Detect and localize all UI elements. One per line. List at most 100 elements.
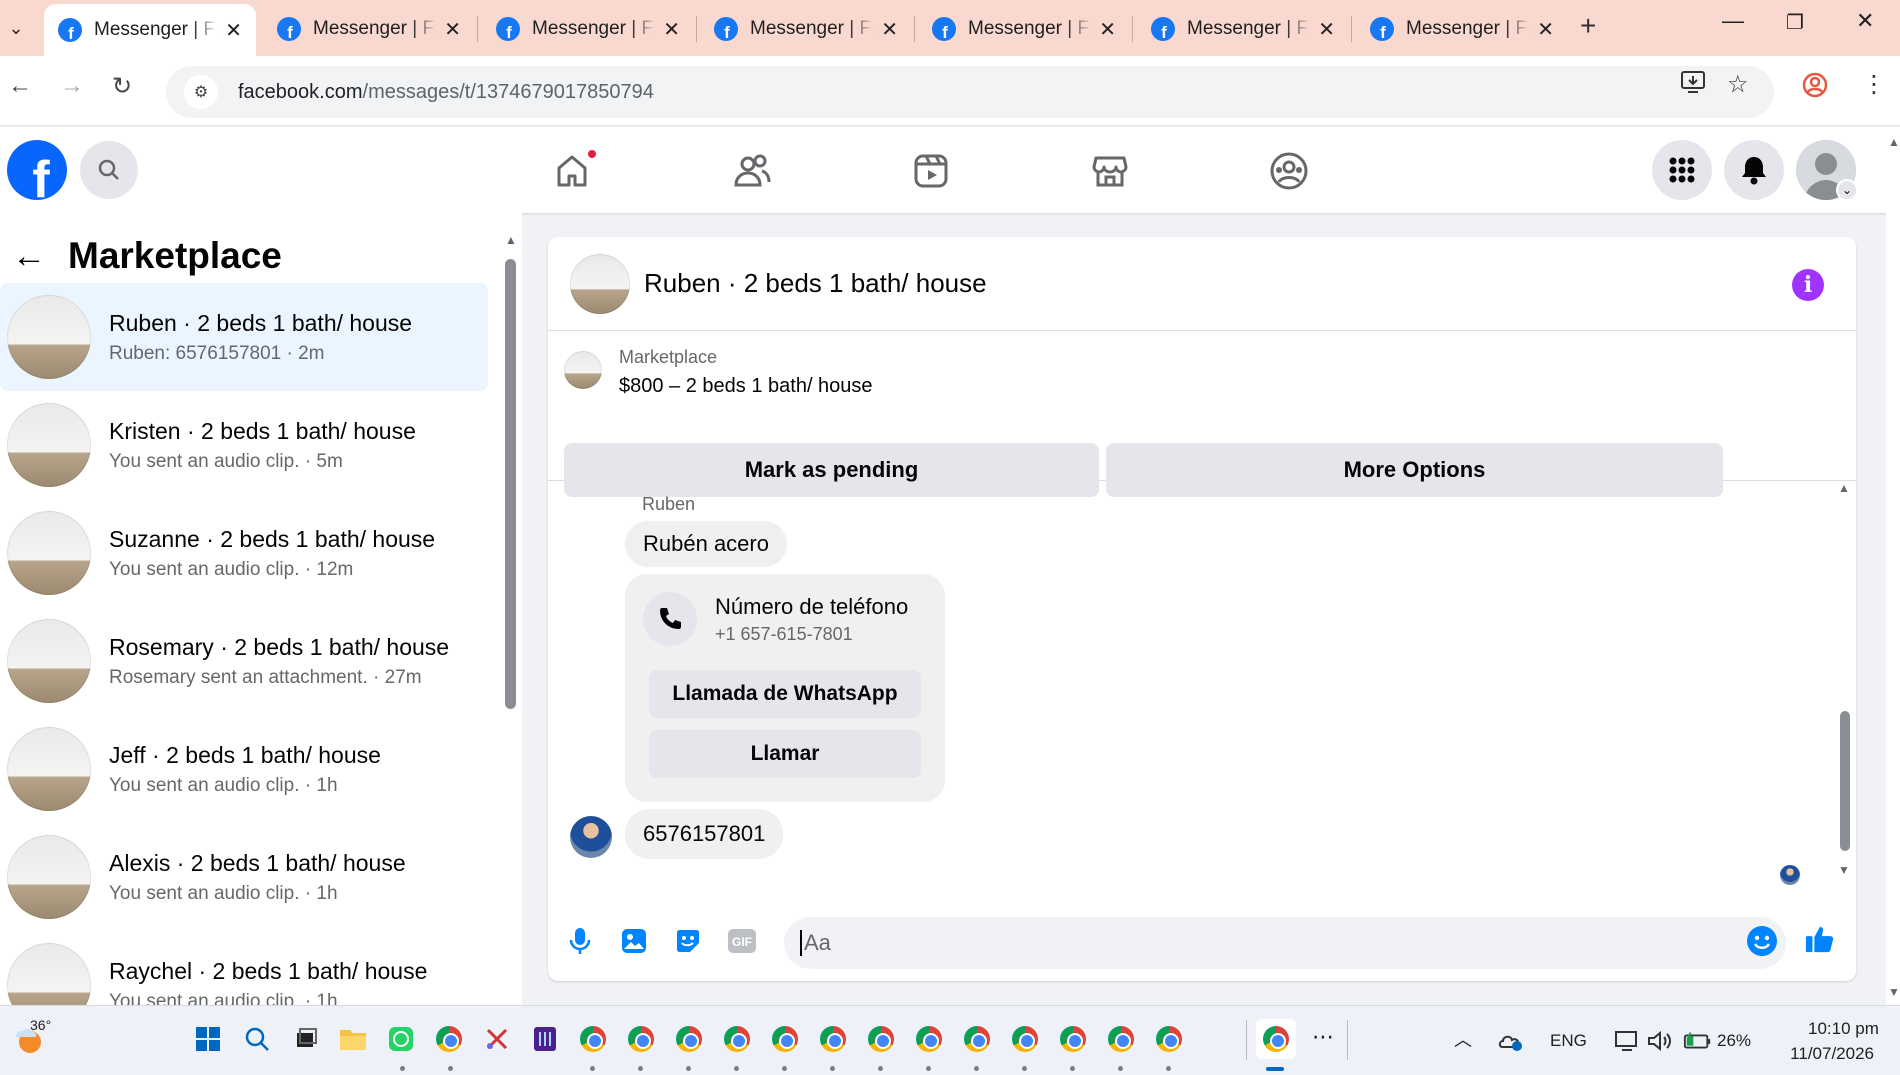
- battery-icon[interactable]: [1683, 1026, 1713, 1056]
- minimize-icon[interactable]: —: [1722, 8, 1744, 34]
- volume-icon[interactable]: [1644, 1026, 1674, 1056]
- scroll-down-icon[interactable]: ▼: [1888, 985, 1900, 999]
- gif-icon[interactable]: GIF: [726, 925, 758, 957]
- message-bubble[interactable]: Rubén acero: [625, 521, 787, 567]
- close-tab-icon[interactable]: ✕: [881, 17, 898, 42]
- reload-icon[interactable]: ↻: [112, 72, 132, 101]
- notifications-bell-icon[interactable]: [1724, 140, 1784, 200]
- like-thumb-icon[interactable]: [1804, 923, 1836, 955]
- menu-grid-icon[interactable]: [1652, 140, 1712, 200]
- chrome-window-icon[interactable]: [722, 1024, 752, 1054]
- browser-tab[interactable]: f Messenger | Facebook ✕: [44, 4, 256, 56]
- profile-icon[interactable]: [1802, 72, 1828, 104]
- chrome-window-icon[interactable]: [1058, 1024, 1088, 1054]
- chrome-window-icon[interactable]: [674, 1024, 704, 1054]
- conversation-row[interactable]: Suzanne · 2 beds 1 bath/ house You sent a…: [0, 499, 488, 607]
- contact-avatar[interactable]: [570, 253, 630, 314]
- message-input[interactable]: Aa: [784, 917, 1786, 969]
- conversation-row[interactable]: Jeff · 2 beds 1 bath/ house You sent an a…: [0, 715, 488, 823]
- chrome-window-icon[interactable]: [1154, 1024, 1184, 1054]
- listing-thumbnail[interactable]: [564, 351, 602, 389]
- chrome-window-icon[interactable]: [626, 1024, 656, 1054]
- app-icon[interactable]: [530, 1024, 560, 1054]
- chrome-icon[interactable]: [434, 1024, 464, 1054]
- search-icon[interactable]: [242, 1024, 272, 1054]
- browser-menu-icon[interactable]: ⋮: [1862, 70, 1886, 99]
- close-tab-icon[interactable]: ✕: [1318, 17, 1335, 42]
- microphone-icon[interactable]: [564, 925, 596, 957]
- groups-icon[interactable]: [1267, 149, 1311, 193]
- close-window-icon[interactable]: ✕: [1856, 8, 1874, 34]
- scroll-down-icon[interactable]: ▼: [1838, 863, 1850, 877]
- sender-avatar[interactable]: [570, 816, 612, 858]
- page-scrollbar[interactable]: ▲ ▼: [1886, 127, 1900, 1005]
- install-app-icon[interactable]: [1680, 70, 1708, 103]
- conversation-row[interactable]: Alexis · 2 beds 1 bath/ house You sent an…: [0, 823, 488, 931]
- marketplace-icon[interactable]: [1088, 149, 1132, 193]
- chrome-window-icon[interactable]: [914, 1024, 944, 1054]
- scrollbar-thumb[interactable]: [505, 259, 516, 709]
- close-tab-icon[interactable]: ✕: [1537, 17, 1554, 42]
- restore-icon[interactable]: ❐: [1786, 10, 1804, 35]
- account-chevron-icon[interactable]: ⌄: [1836, 179, 1858, 201]
- photo-icon[interactable]: [618, 925, 650, 957]
- close-tab-icon[interactable]: ✕: [225, 18, 242, 43]
- language-indicator[interactable]: ENG: [1550, 1031, 1587, 1051]
- chrome-window-icon[interactable]: [770, 1024, 800, 1054]
- friends-icon[interactable]: [730, 149, 774, 193]
- facebook-logo-icon[interactable]: f: [7, 140, 67, 200]
- bookmark-star-icon[interactable]: ☆: [1727, 70, 1749, 99]
- task-view-icon[interactable]: [290, 1024, 320, 1054]
- conversation-row[interactable]: Rosemary · 2 beds 1 bath/ house Rosemary …: [0, 607, 488, 715]
- call-button[interactable]: Llamar: [649, 730, 921, 778]
- back-arrow-icon[interactable]: ←: [8, 72, 32, 100]
- onedrive-icon[interactable]: [1496, 1026, 1526, 1056]
- chat-list-scrollbar[interactable]: ▲ ▼: [505, 233, 517, 1005]
- scroll-up-icon[interactable]: ▲: [1888, 135, 1900, 149]
- url-field[interactable]: ⚙ facebook.com/messages/t/13746790178507…: [166, 66, 1774, 118]
- show-hidden-icons-chevron-icon[interactable]: ︿: [1454, 1026, 1472, 1052]
- video-icon[interactable]: [909, 149, 953, 193]
- whatsapp-icon[interactable]: [386, 1024, 416, 1054]
- browser-tab[interactable]: f Messenger | Facebook ✕: [263, 6, 475, 52]
- file-explorer-icon[interactable]: [338, 1024, 368, 1054]
- forward-arrow-icon[interactable]: →: [60, 72, 84, 100]
- chat-header[interactable]: Ruben · 2 beds 1 bath/ house i: [548, 237, 1856, 331]
- chrome-window-icon[interactable]: [578, 1024, 608, 1054]
- new-tab-button[interactable]: +: [1580, 10, 1596, 42]
- message-bubble[interactable]: 6576157801: [625, 809, 784, 859]
- info-icon[interactable]: i: [1792, 269, 1824, 301]
- windows-start-icon[interactable]: [193, 1024, 223, 1054]
- chrome-window-icon[interactable]: [866, 1024, 896, 1054]
- network-icon[interactable]: [1612, 1026, 1642, 1056]
- conversation-row[interactable]: Kristen · 2 beds 1 bath/ house You sent a…: [0, 391, 488, 499]
- search-icon[interactable]: [80, 141, 138, 199]
- browser-tab[interactable]: f Messenger | Facebook ✕: [700, 6, 912, 52]
- scrollbar-thumb[interactable]: [1840, 711, 1850, 851]
- browser-tab[interactable]: f Messenger | Facebook ✕: [482, 6, 694, 52]
- chrome-window-icon[interactable]: [818, 1024, 848, 1054]
- more-apps-icon[interactable]: ⋯: [1312, 1024, 1334, 1050]
- more-options-button[interactable]: More Options: [1106, 443, 1723, 497]
- browser-tab[interactable]: f Messenger | Facebook ✕: [1137, 6, 1349, 52]
- scroll-up-icon[interactable]: ▲: [1838, 481, 1850, 495]
- snipping-tool-icon[interactable]: [482, 1024, 512, 1054]
- scroll-up-icon[interactable]: ▲: [505, 233, 517, 247]
- close-tab-icon[interactable]: ✕: [663, 17, 680, 42]
- listing-price[interactable]: $800 – 2 beds 1 bath/ house: [619, 375, 873, 398]
- whatsapp-call-button[interactable]: Llamada de WhatsApp: [649, 670, 921, 718]
- clock-time[interactable]: 10:10 pm: [1808, 1019, 1879, 1039]
- conversation-row[interactable]: Raychel · 2 beds 1 bath/ house You sent a…: [0, 931, 488, 1005]
- active-chrome-icon[interactable]: [1256, 1019, 1296, 1059]
- browser-tab[interactable]: f Messenger | Facebook ✕: [918, 6, 1130, 52]
- browser-tab[interactable]: f Messenger | Facebook ✕: [1356, 6, 1568, 52]
- close-tab-icon[interactable]: ✕: [444, 17, 461, 42]
- sticker-icon[interactable]: [672, 925, 704, 957]
- close-tab-icon[interactable]: ✕: [1099, 17, 1116, 42]
- clock-date[interactable]: 11/07/2026: [1780, 1044, 1874, 1064]
- chrome-window-icon[interactable]: [962, 1024, 992, 1054]
- site-settings-icon[interactable]: ⚙: [184, 75, 218, 109]
- chrome-window-icon[interactable]: [1010, 1024, 1040, 1054]
- messages-scrollbar[interactable]: ▲ ▼: [1838, 481, 1852, 877]
- tab-search-chevron-icon[interactable]: ⌄: [0, 10, 32, 46]
